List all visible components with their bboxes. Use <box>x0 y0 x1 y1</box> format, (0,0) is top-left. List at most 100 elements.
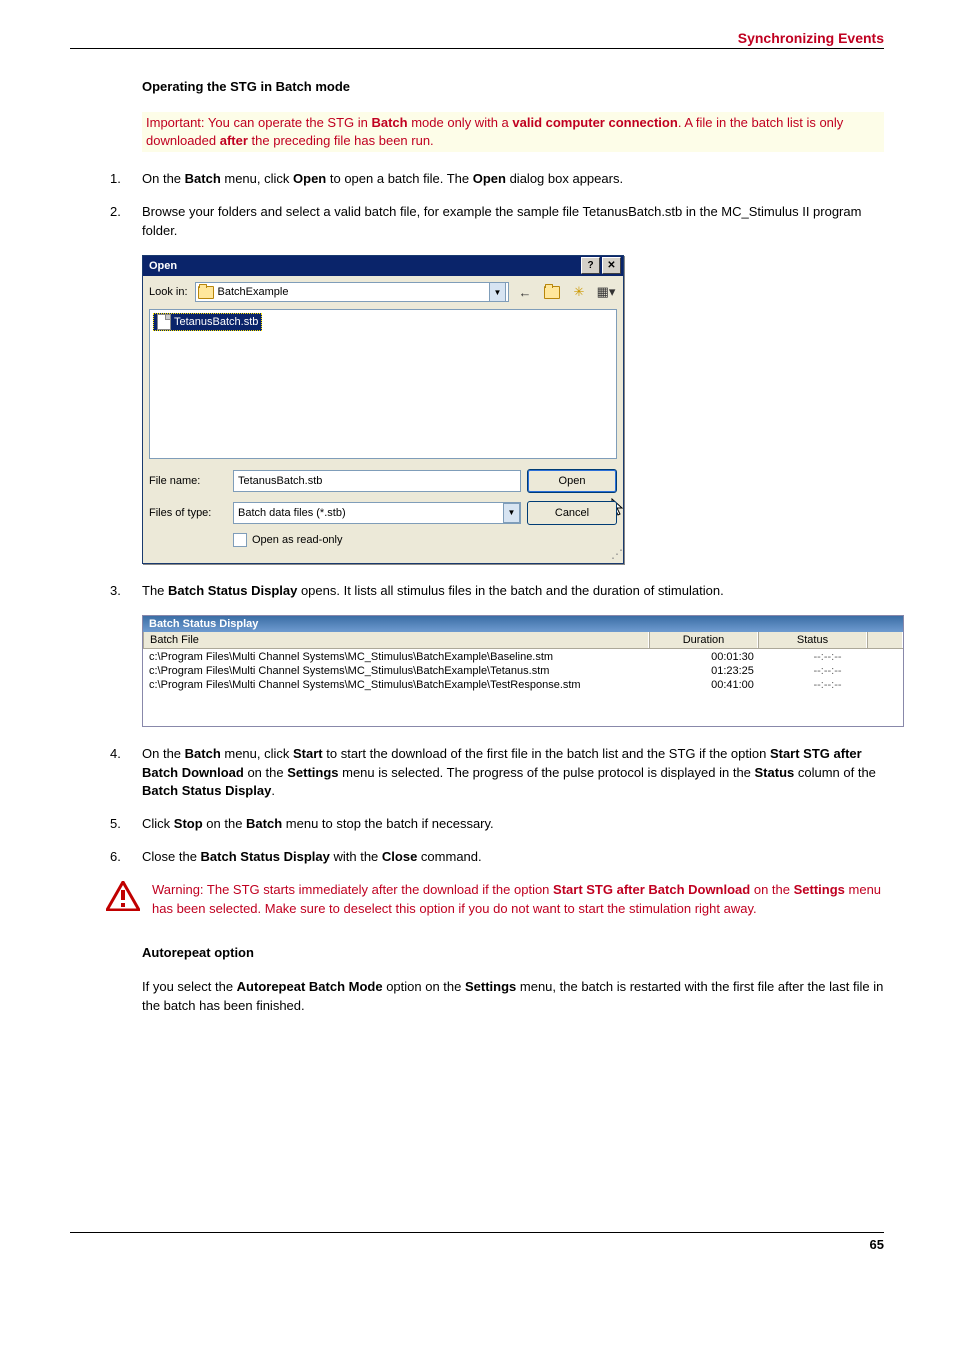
filetype-value: Batch data files (*.stb) <box>238 507 346 519</box>
back-icon[interactable]: ← <box>514 282 536 303</box>
batch-status-window: Batch Status Display Batch File Duration… <box>142 615 904 727</box>
button-label: Open <box>559 475 586 487</box>
t: on the <box>203 816 246 831</box>
note-bold: valid computer connection <box>512 115 677 130</box>
col-duration[interactable]: Duration <box>649 632 758 648</box>
checkbox-icon[interactable] <box>233 533 247 547</box>
folder-icon <box>198 286 214 299</box>
t: Close <box>382 849 417 864</box>
t: The <box>142 583 168 598</box>
step-body: On the Batch menu, click Start to start … <box>142 745 884 802</box>
close-button[interactable]: ✕ <box>602 257 621 274</box>
t: column of the <box>794 765 876 780</box>
filename-value: TetanusBatch.stb <box>238 475 322 487</box>
file-list[interactable]: TetanusBatch.stb <box>149 309 617 459</box>
cell-status: --:--:-- <box>780 664 875 678</box>
t: Batch <box>185 746 221 761</box>
note-text: the preceding file has been run. <box>248 133 434 148</box>
step-body: The Batch Status Display opens. It lists… <box>142 582 884 601</box>
cell-duration: 00:01:30 <box>685 650 780 664</box>
t: Open <box>473 171 506 186</box>
warning-block: Warning: The STG starts immediately afte… <box>106 881 884 919</box>
readonly-row[interactable]: Open as read-only <box>233 533 617 547</box>
cell-status: --:--:-- <box>780 678 875 692</box>
t: opens. It lists all stimulus files in th… <box>297 583 723 598</box>
batch-header: Batch File Duration Status <box>143 632 903 649</box>
chevron-down-icon[interactable]: ▼ <box>503 503 520 523</box>
heading-operating: Operating the STG in Batch mode <box>142 79 884 94</box>
col-file[interactable]: Batch File <box>143 632 649 648</box>
file-item-selected[interactable]: TetanusBatch.stb <box>153 313 262 331</box>
t: menu, click <box>221 746 293 761</box>
t: command. <box>417 849 481 864</box>
t: menu to stop the batch if necessary. <box>282 816 494 831</box>
file-name: TetanusBatch.stb <box>174 316 258 328</box>
chevron-down-icon[interactable]: ▼ <box>489 282 506 302</box>
cell-file: c:\Program Files\Multi Channel Systems\M… <box>149 664 685 678</box>
t: Batch <box>185 171 221 186</box>
note-bold: after <box>220 133 248 148</box>
step-body: Click Stop on the Batch menu to stop the… <box>142 815 884 834</box>
note-text: Important: You can operate the STG in <box>146 115 371 130</box>
readonly-label: Open as read-only <box>252 534 343 546</box>
table-row[interactable]: c:\Program Files\Multi Channel Systems\M… <box>143 678 903 692</box>
t: Start <box>293 746 323 761</box>
t: to start the download of the first file … <box>323 746 770 761</box>
t: . <box>271 783 275 798</box>
section-title: Synchronizing Events <box>738 30 884 46</box>
filename-input[interactable]: TetanusBatch.stb <box>233 470 521 492</box>
batch-title: Batch Status Display <box>143 616 903 632</box>
step-2: 2. Browse your folders and select a vali… <box>70 203 884 241</box>
table-row[interactable]: c:\Program Files\Multi Channel Systems\M… <box>143 650 903 664</box>
step-5: 5. Click Stop on the Batch menu to stop … <box>70 815 884 834</box>
up-folder-icon[interactable] <box>541 282 563 303</box>
step-number: 3. <box>70 582 142 601</box>
col-status[interactable]: Status <box>758 632 867 648</box>
t: On the <box>142 746 185 761</box>
help-button[interactable]: ? <box>581 257 600 274</box>
views-icon[interactable]: ▦▾ <box>595 282 617 303</box>
note-text: mode only with a <box>408 115 513 130</box>
cancel-button[interactable]: Cancel <box>527 501 617 525</box>
t: If you select the <box>142 979 237 994</box>
t: Start STG after Batch Download <box>553 882 750 897</box>
t: menu, click <box>221 171 293 186</box>
cell-file: c:\Program Files\Multi Channel Systems\M… <box>149 650 685 664</box>
step-4: 4. On the Batch menu, click Start to sta… <box>70 745 884 802</box>
t: Stop <box>174 816 203 831</box>
lookin-combo[interactable]: BatchExample ▼ <box>195 282 509 302</box>
cell-file: c:\Program Files\Multi Channel Systems\M… <box>149 678 685 692</box>
cell-status: --:--:-- <box>780 650 875 664</box>
t: Close the <box>142 849 201 864</box>
resize-grip-icon[interactable]: ⋰ <box>143 547 623 563</box>
page-number: 65 <box>870 1237 884 1252</box>
table-row[interactable]: c:\Program Files\Multi Channel Systems\M… <box>143 664 903 678</box>
t: Batch Status Display <box>201 849 330 864</box>
t: Settings <box>287 765 338 780</box>
dialog-toolbar: Look in: BatchExample ▼ ← ✳ ▦▾ <box>143 276 623 309</box>
step-number: 2. <box>70 203 142 222</box>
t: menu is selected. The progress of the pu… <box>339 765 755 780</box>
step-body: Browse your folders and select a valid b… <box>142 203 884 241</box>
t: Batch <box>246 816 282 831</box>
filename-label: File name: <box>149 475 227 487</box>
autorepeat-paragraph: If you select the Autorepeat Batch Mode … <box>142 978 884 1016</box>
t: Batch Status Display <box>168 583 297 598</box>
step-body: Close the Batch Status Display with the … <box>142 848 884 867</box>
folder-icon <box>544 286 560 299</box>
filetype-combo[interactable]: Batch data files (*.stb) ▼ <box>233 502 521 524</box>
warning-icon <box>106 881 140 911</box>
open-button[interactable]: Open <box>527 469 617 493</box>
heading-autorepeat: Autorepeat option <box>142 945 884 960</box>
t: Settings <box>794 882 845 897</box>
dialog-title: Open <box>149 260 579 272</box>
t: Settings <box>465 979 516 994</box>
col-spacer <box>867 632 903 648</box>
new-folder-icon[interactable]: ✳ <box>568 282 590 303</box>
cell-duration: 01:23:25 <box>685 664 780 678</box>
page-header: Synchronizing Events <box>70 30 884 49</box>
important-note: Important: You can operate the STG in Ba… <box>142 112 884 152</box>
page-footer: 65 <box>70 1232 884 1252</box>
open-dialog: Open ? ✕ Look in: BatchExample ▼ ← ✳ ▦▾ <box>142 255 624 564</box>
t: option on the <box>383 979 465 994</box>
